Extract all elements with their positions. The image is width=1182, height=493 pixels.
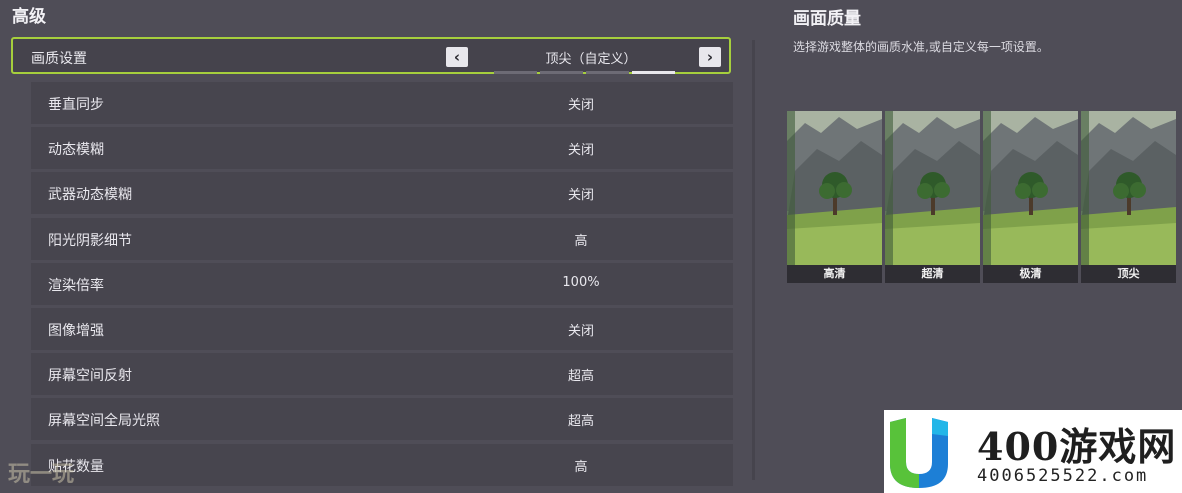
- brand-url: 4006525522.com: [977, 466, 1149, 486]
- setting-row[interactable]: 渲染倍率 100%: [31, 262, 733, 305]
- brand-watermark: 400游戏网 4006525522.com: [884, 410, 1182, 493]
- setting-value: 超高: [567, 369, 594, 385]
- quality-prev-button[interactable]: ‹: [446, 47, 468, 67]
- preview-caption: 极清: [983, 265, 1078, 283]
- setting-row[interactable]: 屏幕空间全局光照 超高: [31, 398, 733, 441]
- quality-level-segment: [586, 71, 629, 74]
- quality-level-segment: [540, 71, 583, 74]
- setting-name: 屏幕空间反射: [48, 368, 132, 385]
- setting-row[interactable]: 屏幕空间反射 超高: [31, 353, 733, 396]
- setting-name: 阳光阴影细节: [48, 232, 132, 249]
- setting-value: 关闭: [567, 98, 594, 113]
- setting-value: 关闭: [567, 188, 594, 204]
- chevron-right-icon: ›: [706, 48, 714, 66]
- setting-row[interactable]: 贴花数量高: [31, 443, 733, 486]
- setting-row[interactable]: 垂直同步 关闭: [31, 82, 733, 124]
- setting-row[interactable]: 阳光阴影细节 高: [31, 217, 733, 260]
- setting-row[interactable]: 动态模糊 关闭: [31, 127, 733, 170]
- setting-value: 超高: [567, 414, 594, 430]
- section-title: 高级: [12, 7, 46, 27]
- quality-preview-thumbnail: 超清: [885, 111, 980, 283]
- quality-level-segment: [494, 71, 537, 74]
- quality-preview-thumbnail: 顶尖: [1081, 111, 1176, 283]
- preview-caption: 超清: [885, 265, 980, 283]
- setting-value: 高: [574, 459, 588, 475]
- setting-value: 高: [574, 233, 588, 249]
- setting-row[interactable]: 武器动态模糊 关闭: [31, 172, 733, 215]
- setting-name: 垂直同步: [48, 97, 104, 113]
- quality-next-button[interactable]: ›: [699, 47, 721, 67]
- quality-level-segment: [632, 71, 675, 74]
- brand-name: 400游戏网: [977, 424, 1177, 469]
- panel-title: 画面质量: [793, 9, 861, 29]
- setting-value: 关闭: [567, 324, 594, 339]
- setting-name: 动态模糊: [48, 142, 104, 159]
- quality-preview-thumbnail: 极清: [983, 111, 1078, 283]
- watermark-left: 玩一玩: [8, 462, 75, 487]
- setting-value: 关闭: [567, 143, 594, 159]
- scrollbar-track[interactable]: [752, 40, 755, 480]
- setting-name: 图像增强: [48, 323, 104, 339]
- brand-logo-icon: [890, 418, 948, 488]
- chevron-left-icon: ‹: [453, 48, 461, 66]
- quality-preview-thumbnail: 高清: [787, 111, 882, 283]
- quality-preset-row[interactable]: 画质设置 ‹ 顶尖（自定义） ›: [11, 37, 731, 74]
- setting-name: 武器动态模糊: [48, 187, 132, 204]
- preview-caption: 顶尖: [1081, 265, 1176, 283]
- quality-preset-label: 画质设置: [31, 51, 87, 67]
- setting-name: 屏幕空间全局光照: [48, 413, 160, 430]
- quality-preset-value: 顶尖（自定义）: [545, 52, 637, 67]
- setting-row[interactable]: 图像增强 关闭: [31, 308, 733, 350]
- setting-name: 渲染倍率: [48, 277, 104, 294]
- preview-caption: 高清: [787, 265, 882, 283]
- setting-value: 100%: [562, 274, 600, 290]
- panel-description: 选择游戏整体的画质水准,或自定义每一项设置。: [793, 40, 1049, 54]
